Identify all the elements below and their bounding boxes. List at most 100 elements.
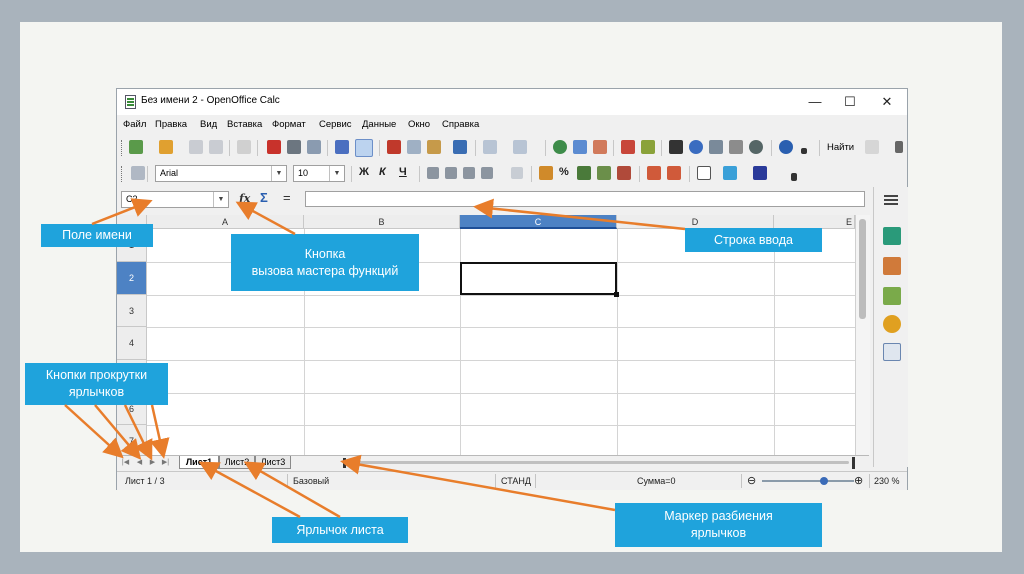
styles-formatting-icon[interactable] <box>883 257 901 275</box>
draw-functions-icon[interactable] <box>641 140 655 154</box>
new-document-icon[interactable] <box>129 140 143 154</box>
properties-icon[interactable] <box>883 227 901 245</box>
merge-cells-icon[interactable] <box>511 167 523 179</box>
menu-view[interactable]: Вид <box>200 119 217 130</box>
tab-split-marker[interactable] <box>343 458 346 468</box>
next-sheet-icon[interactable]: ▶ <box>148 458 157 468</box>
name-box[interactable]: C2 ▼ <box>121 191 229 208</box>
insert-mode[interactable]: СТАНД <box>501 476 531 486</box>
close-button[interactable]: ✕ <box>873 92 901 112</box>
styles-icon[interactable] <box>131 166 145 180</box>
sheet-tab[interactable]: Лист2 <box>219 456 255 469</box>
toolbar-grip[interactable] <box>121 140 124 156</box>
background-color-icon[interactable] <box>723 166 737 180</box>
sidebar-menu-icon[interactable] <box>884 195 898 197</box>
fill-handle[interactable] <box>614 292 619 297</box>
italic-button[interactable]: К <box>379 166 386 178</box>
underline-button[interactable]: Ч <box>399 166 407 178</box>
font-color-icon[interactable] <box>753 166 767 180</box>
menu-file[interactable]: Файл <box>123 119 146 130</box>
paste-icon[interactable] <box>427 140 441 154</box>
scrollbar-thumb[interactable] <box>859 219 866 319</box>
sum-button[interactable]: Σ <box>260 190 268 205</box>
menu-data[interactable]: Данные <box>362 119 396 130</box>
minimize-button[interactable]: — <box>801 92 829 112</box>
menu-format[interactable]: Формат <box>272 119 306 130</box>
clone-formatting-icon[interactable] <box>453 140 467 154</box>
menu-edit[interactable]: Правка <box>155 119 187 130</box>
delete-decimal-icon[interactable] <box>617 166 631 180</box>
zoom-icon[interactable] <box>749 140 763 154</box>
spellcheck-icon[interactable] <box>335 140 349 154</box>
row-header[interactable]: 4 <box>117 327 147 360</box>
chevron-down-icon[interactable]: ▼ <box>271 166 286 181</box>
vertical-scrollbar[interactable] <box>855 215 870 455</box>
borders-icon[interactable] <box>697 166 711 180</box>
sort-descending-icon[interactable] <box>593 140 607 154</box>
justify-icon[interactable] <box>481 167 493 179</box>
functions-sidebar-icon[interactable] <box>883 343 901 361</box>
bold-button[interactable]: Ж <box>359 166 369 178</box>
gallery-sidebar-icon[interactable] <box>883 287 901 305</box>
save-icon[interactable] <box>189 140 203 154</box>
align-center-icon[interactable] <box>445 167 457 179</box>
row-header[interactable]: 7 <box>117 425 147 455</box>
selected-cell[interactable] <box>460 262 619 297</box>
previous-sheet-icon[interactable]: ◀ <box>135 458 144 468</box>
last-sheet-icon[interactable]: ▶| <box>161 458 170 468</box>
chevron-down-icon[interactable]: ▼ <box>213 192 228 207</box>
menu-help[interactable]: Справка <box>442 119 479 130</box>
sort-ascending-icon[interactable] <box>573 140 587 154</box>
column-header[interactable]: B <box>304 215 460 229</box>
currency-format-icon[interactable] <box>539 166 553 180</box>
email-icon[interactable] <box>209 140 223 154</box>
first-sheet-icon[interactable]: |◀ <box>121 458 130 468</box>
page-style[interactable]: Базовый <box>293 476 329 486</box>
zoom-slider[interactable] <box>762 477 854 485</box>
standard-format-icon[interactable] <box>577 166 591 180</box>
cut-icon[interactable] <box>387 140 401 154</box>
align-right-icon[interactable] <box>463 167 475 179</box>
undo-icon[interactable] <box>483 140 497 154</box>
open-folder-icon[interactable] <box>159 140 173 154</box>
add-decimal-icon[interactable] <box>597 166 611 180</box>
increase-indent-icon[interactable] <box>667 166 681 180</box>
data-sources-icon[interactable] <box>729 140 743 154</box>
copy-icon[interactable] <box>407 140 421 154</box>
font-name-combo[interactable]: Arial ▼ <box>155 165 287 182</box>
zoom-out-icon[interactable]: ⊖ <box>747 474 756 487</box>
find-label[interactable]: Найти <box>827 142 854 153</box>
help-icon[interactable] <box>779 140 793 154</box>
print-icon[interactable] <box>287 140 301 154</box>
hyperlink-icon[interactable] <box>553 140 567 154</box>
chevron-down-icon[interactable]: ▼ <box>329 166 344 181</box>
toolbar-more-icon[interactable] <box>895 141 903 153</box>
menu-tools[interactable]: Сервис <box>319 119 352 130</box>
horizontal-scrollbar[interactable] <box>349 461 849 464</box>
row-header[interactable]: 3 <box>117 295 147 327</box>
align-left-icon[interactable] <box>427 167 439 179</box>
find-replace-icon[interactable] <box>669 140 683 154</box>
sheet-tab-active[interactable]: Лист1 <box>179 456 219 469</box>
column-header[interactable]: D <box>617 215 774 229</box>
column-header[interactable]: E <box>774 215 855 229</box>
decrease-indent-icon[interactable] <box>647 166 661 180</box>
toolbar-overflow-icon[interactable] <box>791 173 797 181</box>
function-wizard-button[interactable]: fx <box>239 192 250 205</box>
input-line[interactable] <box>305 191 865 207</box>
zoom-slider-knob[interactable] <box>820 477 828 485</box>
column-header-selected[interactable]: C <box>460 215 617 229</box>
row-header-selected[interactable]: 2 <box>117 262 147 295</box>
redo-icon[interactable] <box>513 140 527 154</box>
font-size-combo[interactable]: 10 ▼ <box>293 165 345 182</box>
function-button[interactable]: = <box>283 190 291 205</box>
gallery-icon[interactable] <box>709 140 723 154</box>
print-preview-icon[interactable] <box>307 140 321 154</box>
export-pdf-icon[interactable] <box>267 140 281 154</box>
autospellcheck-icon[interactable] <box>355 139 373 157</box>
sheet-tab[interactable]: Лист3 <box>255 456 291 469</box>
zoom-level[interactable]: 230 % <box>874 476 900 486</box>
navigator-icon[interactable] <box>689 140 703 154</box>
toolbar-grip[interactable] <box>121 166 124 182</box>
maximize-button[interactable]: ☐ <box>836 92 864 112</box>
